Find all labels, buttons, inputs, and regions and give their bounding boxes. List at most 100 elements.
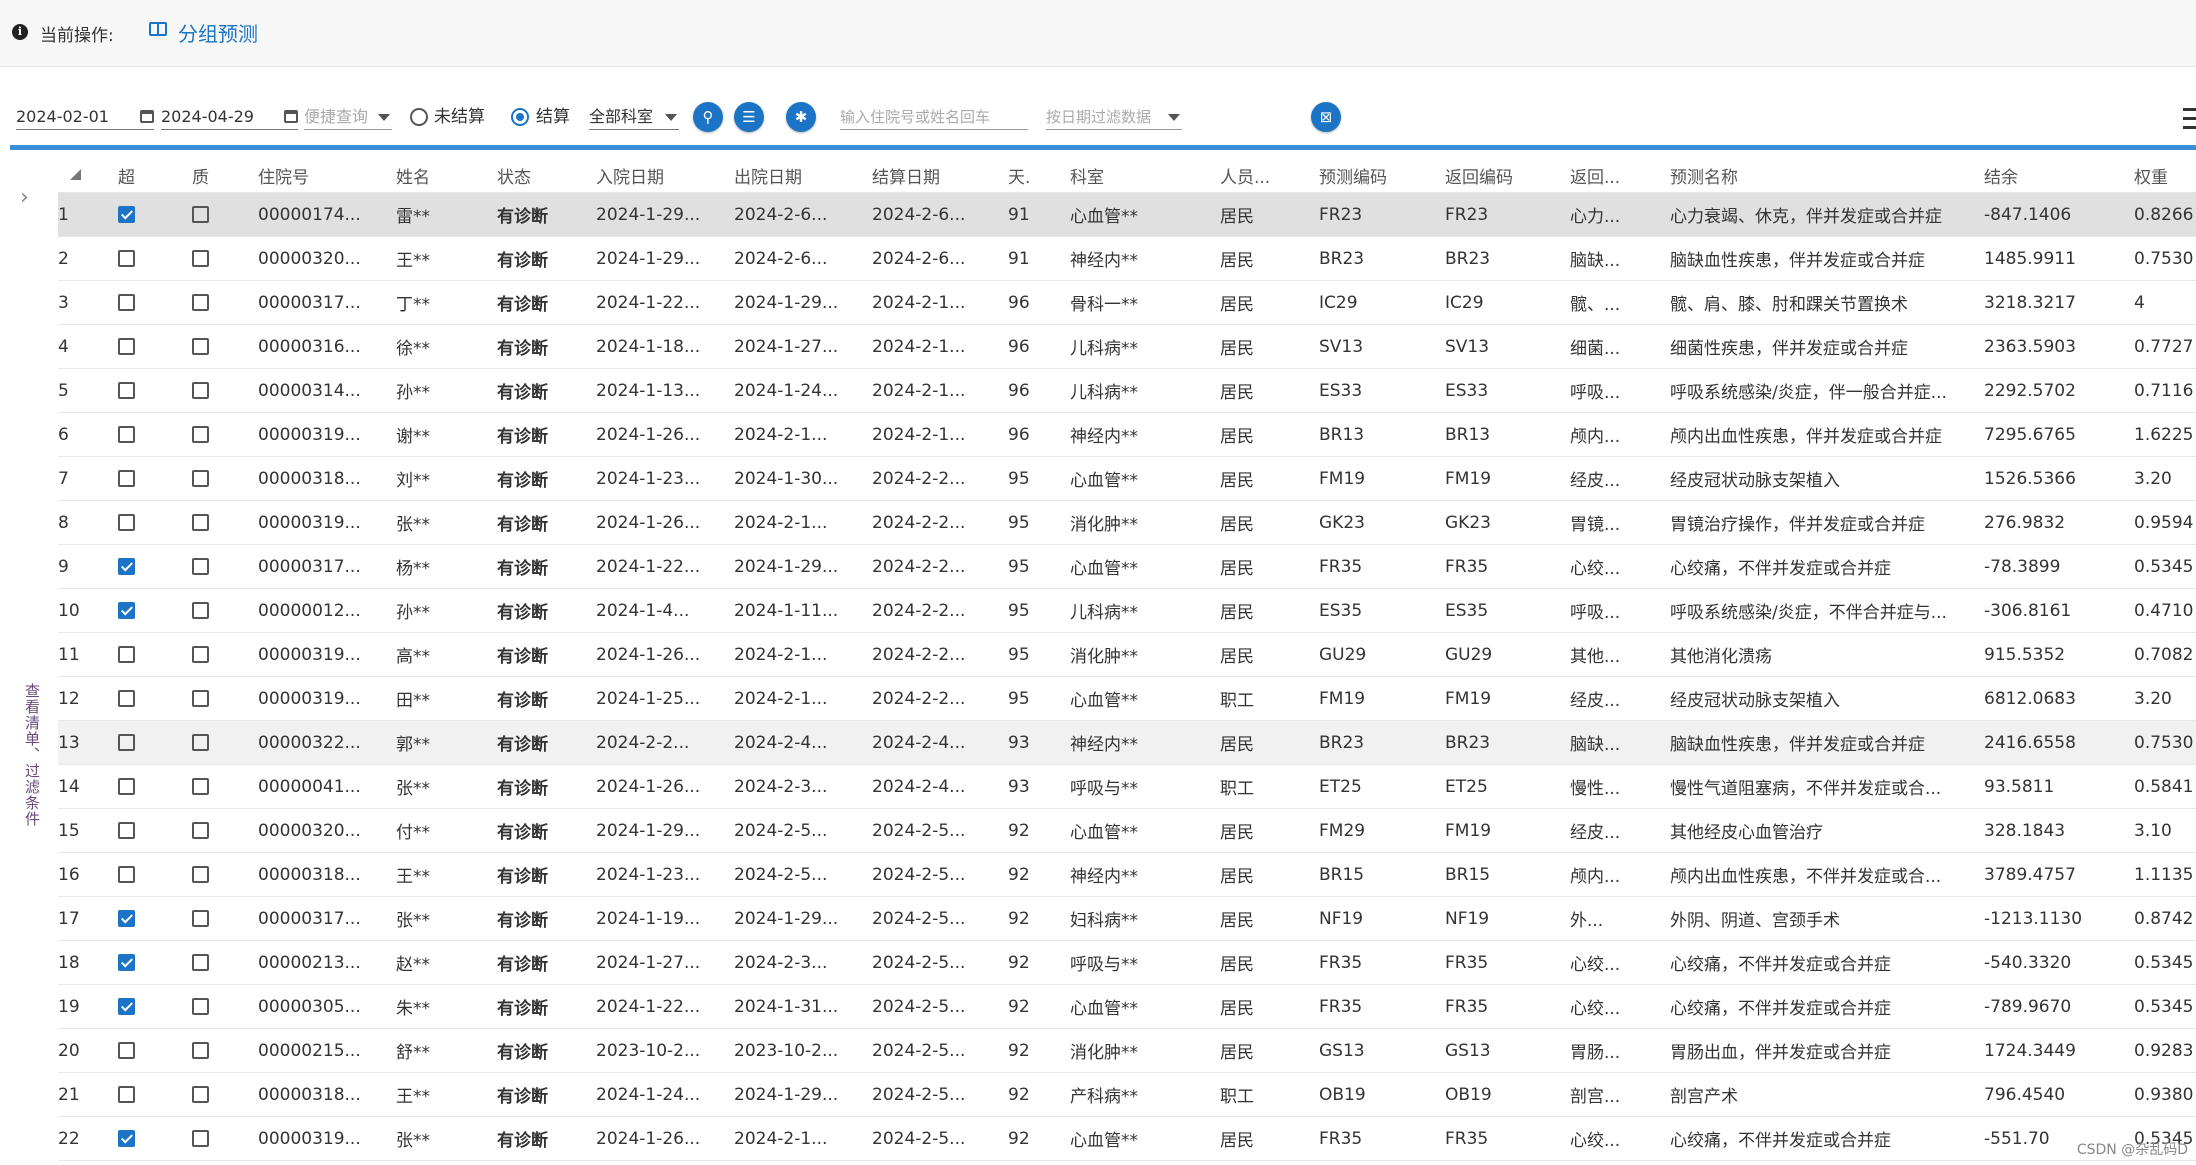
radio-settled-label[interactable]: 结算 [536,104,570,130]
list-add-button[interactable]: ☰ [734,102,764,132]
over-checkbox[interactable] [118,954,135,971]
table-row[interactable]: 3 00000317... 丁** 有诊断 2024-1-22... 2024-1-29.… [58,280,2196,325]
date-filter-select[interactable]: 按日期过滤数据 [1046,104,1182,130]
column-header-return-name[interactable]: 返回... [1570,158,1670,193]
column-header-admission-id[interactable]: 住院号 [258,158,396,193]
quality-checkbox[interactable] [192,734,209,751]
over-checkbox[interactable] [118,646,135,663]
quality-checkbox[interactable] [192,514,209,531]
quality-checkbox[interactable] [192,250,209,267]
table-row[interactable]: 4 00000316... 徐** 有诊断 2024-1-18... 2024-1-27.… [58,324,2196,369]
table-row[interactable]: 22 00000319... 张** 有诊断 2024-1-26... 2024-2-1.… [58,1116,2196,1161]
quality-checkbox[interactable] [192,558,209,575]
column-header-person-type[interactable]: 人员... [1220,158,1319,193]
over-checkbox[interactable] [118,734,135,751]
quality-checkbox[interactable] [192,690,209,707]
table-row[interactable]: 8 00000319... 张** 有诊断 2024-1-26... 2024-2-1..… [58,500,2196,545]
over-checkbox[interactable] [118,206,135,223]
end-date-input[interactable]: 2024-04-29 [161,104,298,130]
column-header-status[interactable]: 状态 [497,158,596,193]
over-checkbox[interactable] [118,426,135,443]
over-checkbox[interactable] [118,382,135,399]
calendar-icon[interactable] [140,110,154,123]
quality-checkbox[interactable] [192,910,209,927]
over-checkbox[interactable] [118,602,135,619]
quality-checkbox[interactable] [192,602,209,619]
column-header-predict-name[interactable]: 预测名称 [1670,158,1984,193]
over-checkbox[interactable] [118,294,135,311]
start-date-input[interactable]: 2024-02-01 [16,104,154,130]
column-header-return-code[interactable]: 返回编码 [1445,158,1570,193]
quality-checkbox[interactable] [192,646,209,663]
search-input[interactable]: 输入住院号或姓名回车 [840,104,1028,130]
table-row[interactable]: 19 00000305... 朱** 有诊断 2024-1-22... 2024-1-31… [58,984,2196,1029]
table-row[interactable]: 13 00000322... 郭** 有诊断 2024-2-2... 2024-2-4..… [58,720,2196,765]
table-row[interactable]: 10 00000012... 孙** 有诊断 2024-1-4... 2024-1-11.… [58,588,2196,633]
chevron-right-icon[interactable]: › [20,185,29,210]
quality-checkbox[interactable] [192,426,209,443]
column-header-admit-date[interactable]: 入院日期 [596,158,734,193]
over-checkbox[interactable] [118,822,135,839]
table-row[interactable]: 21 00000318... 王** 有诊断 2024-1-24... 2024-1-29… [58,1072,2196,1117]
quality-checkbox[interactable] [192,866,209,883]
quality-checkbox[interactable] [192,294,209,311]
table-row[interactable]: 9 00000317... 杨** 有诊断 2024-1-22... 2024-1-29.… [58,544,2196,589]
quality-checkbox[interactable] [192,1042,209,1059]
quick-query-select[interactable]: 便捷查询 [304,104,392,130]
table-row[interactable]: 18 00000213... 赵** 有诊断 2024-1-27... 2024-2-3.… [58,940,2196,985]
column-header-discharge-date[interactable]: 出院日期 [734,158,872,193]
column-header-predict-code[interactable]: 预测编码 [1319,158,1445,193]
table-row[interactable]: 16 00000318... 王** 有诊断 2024-1-23... 2024-2-5.… [58,852,2196,897]
column-header-over-checkbox[interactable]: 超 [118,158,192,193]
excel-export-button[interactable]: ⊠ [1311,102,1341,132]
table-row[interactable]: 12 00000319... 田** 有诊断 2024-1-25... 2024-2-1.… [58,676,2196,721]
over-checkbox[interactable] [118,514,135,531]
table-row[interactable]: 17 00000317... 张** 有诊断 2024-1-19... 2024-1-29… [58,896,2196,941]
quality-checkbox[interactable] [192,338,209,355]
over-checkbox[interactable] [118,1042,135,1059]
table-row[interactable]: 14 00000041... 张** 有诊断 2024-1-26... 2024-2-3.… [58,764,2196,809]
lightbulb-button[interactable]: ✱ [786,102,816,132]
over-checkbox[interactable] [118,558,135,575]
quality-checkbox[interactable] [192,1130,209,1147]
quality-checkbox[interactable] [192,954,209,971]
over-checkbox[interactable] [118,690,135,707]
quality-checkbox[interactable] [192,998,209,1015]
table-row[interactable]: 20 00000215... 舒** 有诊断 2023-10-2... 2023-10-2… [58,1028,2196,1073]
over-checkbox[interactable] [118,338,135,355]
radio-unsettled[interactable] [410,108,428,126]
radio-unsettled-label[interactable]: 未结算 [434,104,485,130]
table-row[interactable]: 1 00000174... 雷** 有诊断 2024-1-29... 2024-2-6..… [58,192,2196,237]
department-select[interactable]: 全部科室 [589,104,679,130]
quality-checkbox[interactable] [192,382,209,399]
over-checkbox[interactable] [118,866,135,883]
column-header-balance[interactable]: 结余 [1984,158,2134,193]
quality-checkbox[interactable] [192,778,209,795]
table-row[interactable]: 11 00000319... 高** 有诊断 2024-1-26... 2024-2-1.… [58,632,2196,677]
over-checkbox[interactable] [118,998,135,1015]
column-header-patient-name[interactable]: 姓名 [396,158,497,193]
quality-checkbox[interactable] [192,1086,209,1103]
column-header-row-number[interactable] [58,158,118,193]
calendar-icon[interactable] [284,110,298,123]
table-row[interactable]: 5 00000314... 孙** 有诊断 2024-1-13... 2024-1-24.… [58,368,2196,413]
sidebar-filter-toggle[interactable]: 查看清单、过滤条件 [22,683,43,827]
column-header-quality-checkbox[interactable]: 质 [192,158,258,193]
sort-corner-icon[interactable] [70,169,81,180]
quality-checkbox[interactable] [192,206,209,223]
column-header-settle-date[interactable]: 结算日期 [872,158,1008,193]
table-row[interactable]: 6 00000319... 谢** 有诊断 2024-1-26... 2024-2-1..… [58,412,2196,457]
radio-settled[interactable] [511,108,529,126]
column-header-days[interactable]: 天. [1008,158,1070,193]
over-checkbox[interactable] [118,910,135,927]
menu-icon[interactable] [2183,108,2196,130]
column-header-weight[interactable]: 权重 [2134,158,2196,193]
table-row[interactable]: 2 00000320... 王** 有诊断 2024-1-29... 2024-2-6..… [58,236,2196,281]
search-button[interactable]: ⚲ [693,102,723,132]
over-checkbox[interactable] [118,1130,135,1147]
over-checkbox[interactable] [118,470,135,487]
quality-checkbox[interactable] [192,822,209,839]
over-checkbox[interactable] [118,778,135,795]
page-title[interactable]: 分组预测 [178,18,258,47]
over-checkbox[interactable] [118,1086,135,1103]
